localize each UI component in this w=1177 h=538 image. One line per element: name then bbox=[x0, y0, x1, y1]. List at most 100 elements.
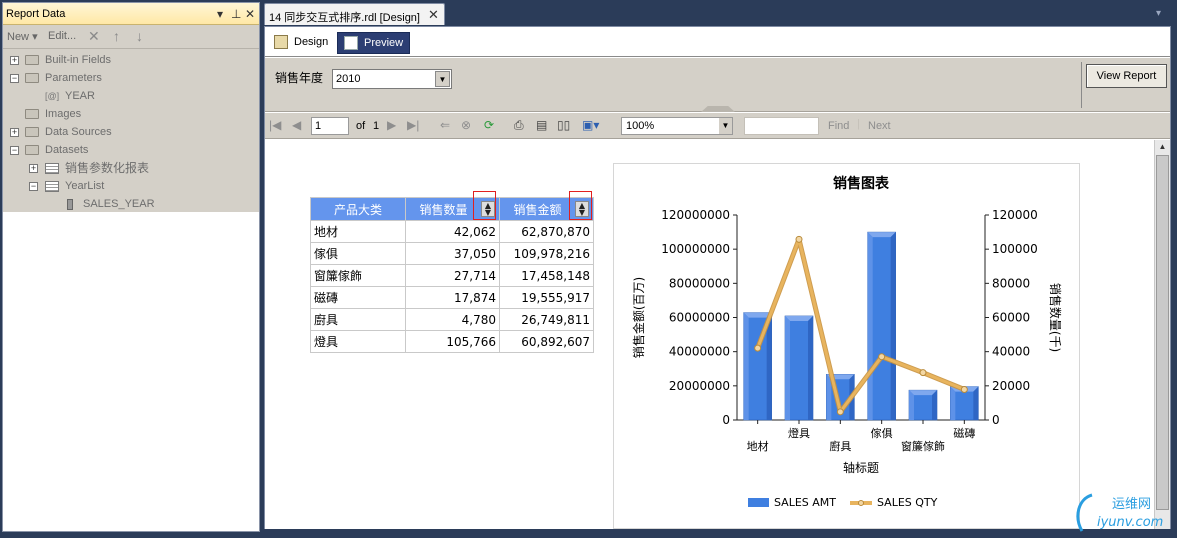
pin-icon[interactable]: ⊥ bbox=[231, 7, 241, 21]
bar-bevel-left bbox=[950, 386, 956, 420]
parameter-icon: [@] bbox=[45, 91, 60, 101]
chevron-down-icon[interactable]: ▼ bbox=[719, 118, 732, 134]
close-tab-icon[interactable]: ✕ bbox=[428, 7, 439, 23]
tree-item-images[interactable]: Images bbox=[3, 105, 259, 123]
y-tick-label: 0 bbox=[722, 413, 730, 427]
scroll-thumb[interactable] bbox=[1156, 155, 1169, 510]
y2-tick-label: 0 bbox=[992, 413, 1000, 427]
back-icon[interactable]: ⇐ bbox=[440, 118, 450, 132]
folder-icon bbox=[25, 109, 39, 119]
first-page-icon[interactable]: |◀ bbox=[269, 118, 281, 132]
page-number-input[interactable] bbox=[311, 117, 349, 135]
bar-bevel-right bbox=[808, 315, 813, 420]
bar-bevel-right bbox=[890, 232, 896, 420]
move-up-icon[interactable]: ↑ bbox=[113, 28, 120, 44]
table-row: 地材 42,062 62,870,870 bbox=[310, 220, 594, 243]
watermark-url: iyunv.com bbox=[1097, 515, 1163, 530]
legend-label-sales-qty: SALES QTY bbox=[877, 496, 938, 509]
x-tick-label: 燈具 bbox=[788, 426, 810, 440]
vertical-scrollbar[interactable]: ▲ bbox=[1154, 140, 1170, 529]
header-category: 产品大类 bbox=[310, 197, 406, 221]
bar-bevel-right bbox=[932, 390, 937, 420]
last-page-icon[interactable]: ▶| bbox=[407, 118, 419, 132]
move-down-icon[interactable]: ↓ bbox=[136, 28, 143, 44]
table-row: 傢俱 37,050 109,978,216 bbox=[310, 242, 594, 265]
dataset-icon bbox=[45, 181, 59, 192]
print-layout-icon[interactable]: ▤ bbox=[536, 118, 547, 132]
tree-item-dataset-sales[interactable]: + 销售参数化报表 bbox=[3, 159, 259, 177]
tree-label: Images bbox=[45, 108, 82, 120]
collapse-icon[interactable]: − bbox=[10, 146, 19, 155]
print-icon[interactable]: ⎙ bbox=[514, 118, 524, 133]
close-icon[interactable]: ✕ bbox=[245, 7, 255, 21]
tree-item-parameters[interactable]: − Parameters bbox=[3, 69, 259, 87]
find-next-button[interactable]: Next bbox=[868, 120, 891, 132]
expand-icon[interactable]: + bbox=[29, 164, 38, 173]
expand-icon[interactable]: + bbox=[10, 56, 19, 65]
stop-icon[interactable]: ⊗ bbox=[461, 118, 471, 132]
document-tab[interactable]: 14 同步交互式排序.rdl [Design] ✕ bbox=[264, 3, 445, 25]
y-tick-label: 100000000 bbox=[661, 242, 730, 256]
design-icon bbox=[274, 35, 288, 49]
tree-item-field-sales-year[interactable]: SALES_YEAR bbox=[3, 195, 259, 213]
y2-axis-title: 销售数量(千) bbox=[1048, 283, 1063, 352]
collapse-icon[interactable]: − bbox=[29, 182, 38, 191]
y2-tick-label: 60000 bbox=[992, 311, 1030, 325]
export-icon[interactable]: ▣▾ bbox=[582, 118, 599, 132]
collapse-icon[interactable]: − bbox=[10, 74, 19, 83]
cell-quantity: 17,874 bbox=[405, 286, 500, 309]
y2-tick-label: 20000 bbox=[992, 379, 1030, 393]
previous-page-icon[interactable]: ◀ bbox=[292, 118, 301, 132]
cell-quantity: 105,766 bbox=[405, 330, 500, 353]
tab-preview[interactable]: Preview bbox=[337, 32, 411, 54]
dropdown-icon[interactable]: ▾ bbox=[217, 7, 223, 21]
edit-button[interactable]: Edit... bbox=[48, 30, 76, 42]
cell-amount: 62,870,870 bbox=[499, 220, 594, 243]
tab-preview-label: Preview bbox=[364, 37, 404, 49]
next-page-icon[interactable]: ▶ bbox=[387, 118, 396, 132]
expand-icon[interactable]: + bbox=[10, 128, 19, 137]
table-row: 磁磚 17,874 19,555,917 bbox=[310, 286, 594, 309]
y2-tick-label: 80000 bbox=[992, 276, 1030, 290]
tree-item-datasets[interactable]: − Datasets bbox=[3, 141, 259, 159]
x-tick-label: 廚具 bbox=[829, 439, 851, 453]
sales-table: 产品大类 销售数量 ▲ ▼ 销售金额 ▲ ▼ 地材 42,062 62,870,870 傢俱… bbox=[310, 197, 594, 353]
tree-label: 销售参数化报表 bbox=[65, 161, 150, 175]
tree-item-data-sources[interactable]: + Data Sources bbox=[3, 123, 259, 141]
folder-icon bbox=[25, 127, 39, 137]
tab-overflow-icon[interactable]: ▾ bbox=[1156, 8, 1161, 19]
table-header-row: 产品大类 销售数量 ▲ ▼ 销售金额 ▲ ▼ bbox=[310, 197, 594, 221]
find-input[interactable] bbox=[744, 117, 819, 135]
cell-amount: 109,978,216 bbox=[499, 242, 594, 265]
page-setup-icon[interactable]: ▯▯ bbox=[557, 118, 570, 132]
chevron-down-icon[interactable]: ▼ bbox=[435, 71, 450, 87]
cell-category: 地材 bbox=[310, 220, 406, 243]
x-tick-label: 傢俱 bbox=[871, 426, 893, 440]
table-row: 窗簾傢飾 27,714 17,458,148 bbox=[310, 264, 594, 287]
chart-svg: 销售图表 0 20000000 40000000 60000000 80000000 100… bbox=[631, 175, 1063, 509]
tree-item-builtin-fields[interactable]: + Built-in Fields bbox=[3, 51, 259, 69]
y-tick-label: 60000000 bbox=[669, 311, 730, 325]
preview-icon bbox=[344, 36, 358, 50]
collapse-parameters-handle[interactable] bbox=[701, 106, 735, 112]
tree-item-param-year[interactable]: [@] YEAR bbox=[3, 87, 259, 105]
view-report-button[interactable]: View Report bbox=[1086, 64, 1167, 88]
y-tick-label: 40000000 bbox=[669, 345, 730, 359]
scroll-up-icon[interactable]: ▲ bbox=[1155, 140, 1170, 154]
delete-icon[interactable]: ✕ bbox=[88, 28, 100, 45]
line-point bbox=[836, 408, 844, 416]
sales-year-select[interactable]: 2010 ▼ bbox=[332, 69, 452, 89]
x-axis-title: 轴标题 bbox=[843, 460, 879, 475]
zoom-select[interactable]: 100% ▼ bbox=[621, 117, 733, 135]
sales-year-value: 2010 bbox=[336, 73, 361, 85]
new-menu-button[interactable]: New ▾ bbox=[7, 30, 38, 43]
refresh-icon[interactable]: ⟳ bbox=[484, 118, 494, 132]
tree-label: SALES_YEAR bbox=[83, 198, 155, 210]
tab-design[interactable]: Design bbox=[268, 32, 334, 54]
report-data-tree: + Built-in Fields − Parameters [@] YEAR … bbox=[3, 49, 259, 212]
find-button[interactable]: Find bbox=[828, 120, 849, 132]
tree-label: Parameters bbox=[45, 72, 102, 84]
dataset-icon bbox=[45, 163, 59, 174]
tree-item-dataset-yearlist[interactable]: − YearList bbox=[3, 177, 259, 195]
y-tick-label: 80000000 bbox=[669, 276, 730, 290]
